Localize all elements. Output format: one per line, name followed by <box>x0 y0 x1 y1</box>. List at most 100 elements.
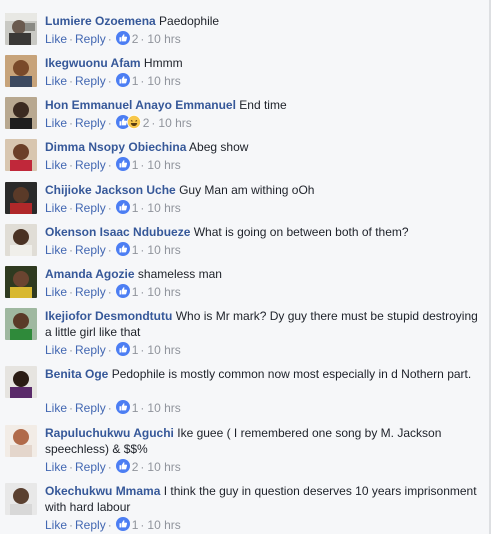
meta-separator: · <box>69 518 74 532</box>
comment-author[interactable]: Benita Oge <box>45 367 108 381</box>
avatar[interactable] <box>5 182 37 214</box>
reaction-count[interactable]: 1 <box>132 201 139 215</box>
like-icon[interactable] <box>115 242 130 260</box>
comment-author[interactable]: Amanda Agozie <box>45 267 135 281</box>
comment-timestamp[interactable]: 10 hrs <box>147 74 180 88</box>
reaction-count[interactable]: 1 <box>132 401 139 415</box>
meta-separator: · <box>69 460 74 474</box>
meta-separator: · <box>107 74 112 88</box>
meta-separator: · <box>107 518 112 532</box>
reply-link[interactable]: Reply <box>75 74 106 88</box>
reply-link[interactable]: Reply <box>75 401 106 415</box>
like-link[interactable]: Like <box>45 243 67 257</box>
reaction-count[interactable]: 1 <box>132 74 139 88</box>
avatar[interactable] <box>5 139 37 171</box>
like-icon[interactable] <box>115 284 130 302</box>
comment-timestamp[interactable]: 10 hrs <box>147 460 180 474</box>
like-icon[interactable] <box>115 31 130 49</box>
meta-separator: · <box>107 460 112 474</box>
reply-link[interactable]: Reply <box>75 116 106 130</box>
avatar[interactable] <box>5 55 37 87</box>
comment-text: End time <box>239 98 287 112</box>
avatar[interactable] <box>5 425 37 457</box>
avatar[interactable] <box>5 483 37 515</box>
avatar[interactable] <box>5 266 37 298</box>
meta-separator: · <box>140 460 145 474</box>
reaction-count[interactable]: 1 <box>132 518 139 532</box>
like-link[interactable]: Like <box>45 460 67 474</box>
reaction-count[interactable]: 2 <box>143 116 150 130</box>
meta-separator: · <box>107 32 112 46</box>
like-link[interactable]: Like <box>45 74 67 88</box>
comment-timestamp[interactable]: 10 hrs <box>158 116 191 130</box>
meta-separator: · <box>151 116 156 130</box>
meta-separator: · <box>140 74 145 88</box>
reaction-count[interactable]: 1 <box>132 158 139 172</box>
meta-separator: · <box>107 201 112 215</box>
comment-text: Paedophile <box>159 14 220 28</box>
like-link[interactable]: Like <box>45 201 67 215</box>
avatar[interactable] <box>5 13 37 45</box>
comment-timestamp[interactable]: 10 hrs <box>147 158 180 172</box>
comment-author[interactable]: Ikejiofor Desmondtutu <box>45 309 172 323</box>
comment-author[interactable]: Okenson Isaac Ndubueze <box>45 225 190 239</box>
reaction-count[interactable]: 2 <box>132 32 139 46</box>
reaction-count[interactable]: 2 <box>132 460 139 474</box>
avatar[interactable] <box>5 224 37 256</box>
comment-author[interactable]: Dimma Nsopy Obiechina <box>45 140 186 154</box>
comment-author[interactable]: Lumiere Ozoemena <box>45 14 156 28</box>
avatar[interactable] <box>5 97 37 129</box>
comment-author[interactable]: Ikegwuonu Afam <box>45 56 141 70</box>
like-link[interactable]: Like <box>45 285 67 299</box>
like-link[interactable]: Like <box>45 116 67 130</box>
avatar[interactable] <box>5 366 37 398</box>
haha-icon[interactable] <box>126 115 141 133</box>
meta-separator: · <box>140 158 145 172</box>
like-icon[interactable] <box>115 400 130 418</box>
reply-link[interactable]: Reply <box>75 518 106 532</box>
meta-separator: · <box>107 116 112 130</box>
reaction-count[interactable]: 1 <box>132 343 139 357</box>
reaction-count[interactable]: 1 <box>132 285 139 299</box>
meta-separator: · <box>69 116 74 130</box>
reply-link[interactable]: Reply <box>75 243 106 257</box>
comment-text: Abeg show <box>189 140 249 154</box>
reply-link[interactable]: Reply <box>75 460 106 474</box>
comment-text: Hmmm <box>143 56 183 70</box>
comment-author[interactable]: Chijioke Jackson Uche <box>45 183 176 197</box>
like-icon[interactable] <box>115 157 130 175</box>
meta-separator: · <box>107 158 112 172</box>
like-link[interactable]: Like <box>45 158 67 172</box>
reply-link[interactable]: Reply <box>75 32 106 46</box>
reply-link[interactable]: Reply <box>75 343 106 357</box>
reply-link[interactable]: Reply <box>75 201 106 215</box>
reply-link[interactable]: Reply <box>75 158 106 172</box>
like-icon[interactable] <box>115 517 130 535</box>
like-icon[interactable] <box>115 73 130 91</box>
meta-separator: · <box>140 285 145 299</box>
avatar[interactable] <box>5 308 37 340</box>
comment-timestamp[interactable]: 10 hrs <box>147 343 180 357</box>
like-link[interactable]: Like <box>45 518 67 532</box>
meta-separator: · <box>107 401 112 415</box>
comment-timestamp[interactable]: 10 hrs <box>147 32 180 46</box>
like-icon[interactable] <box>115 200 130 218</box>
reply-link[interactable]: Reply <box>75 285 106 299</box>
comment-timestamp[interactable]: 10 hrs <box>147 518 180 532</box>
meta-separator: · <box>69 74 74 88</box>
comment-timestamp[interactable]: 10 hrs <box>147 285 180 299</box>
reaction-count[interactable]: 1 <box>132 243 139 257</box>
like-link[interactable]: Like <box>45 32 67 46</box>
like-link[interactable]: Like <box>45 401 67 415</box>
comment-timestamp[interactable]: 10 hrs <box>147 401 180 415</box>
comment-author[interactable]: Okechukwu Mmama <box>45 484 160 498</box>
comment-timestamp[interactable]: 10 hrs <box>147 201 180 215</box>
comment-author[interactable]: Hon Emmanuel Anayo Emmanuel <box>45 98 236 112</box>
comment-timestamp[interactable]: 10 hrs <box>147 243 180 257</box>
like-icon[interactable] <box>115 459 130 477</box>
meta-separator: · <box>69 285 74 299</box>
like-link[interactable]: Like <box>45 343 67 357</box>
meta-separator: · <box>140 201 145 215</box>
like-icon[interactable] <box>115 342 130 360</box>
comment-author[interactable]: Rapuluchukwu Aguchi <box>45 426 174 440</box>
